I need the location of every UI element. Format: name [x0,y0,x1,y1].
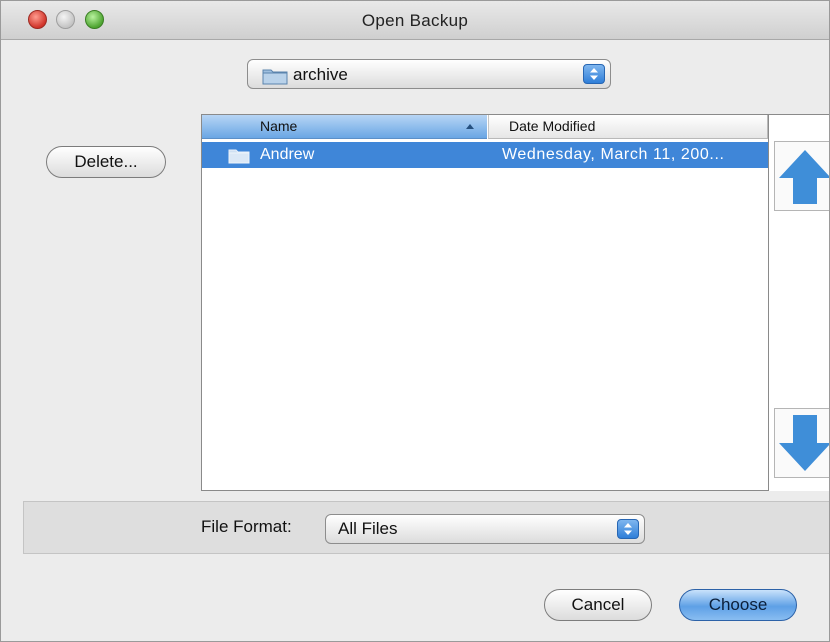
sort-ascending-icon [466,124,474,129]
column-header-date-modified[interactable]: Date Modified [488,115,768,139]
cancel-button[interactable]: Cancel [544,589,652,621]
choose-button[interactable]: Choose [679,589,797,621]
file-format-value: All Files [338,519,398,538]
popup-stepper-icon [617,519,639,539]
window-title: Open Backup [361,11,469,30]
arrow-up-icon [779,150,829,204]
file-format-label: File Format: [201,517,292,536]
delete-button[interactable]: Delete... [46,146,166,178]
column-header-name-label: Name [260,118,298,134]
title-bar: Open Backup [1,1,829,40]
arrow-down-icon [779,415,829,471]
file-browser: Name Date Modified Andrew Wednesday, Mar… [201,114,829,491]
location-value: archive [293,65,348,84]
file-name: Andrew [260,146,315,163]
column-header-name[interactable]: Name [202,115,487,139]
file-date-modified: Wednesday, March 11, 200... [502,146,725,163]
scroll-down-button[interactable] [774,408,829,478]
popup-stepper-icon [583,64,605,84]
open-backup-dialog: Open Backup archive Delete... Name Date … [0,0,830,642]
file-row[interactable]: Andrew Wednesday, March 11, 200... [202,142,768,168]
location-popup[interactable]: archive [247,59,611,89]
scroll-up-button[interactable] [774,141,829,211]
folder-icon [228,147,250,173]
file-format-bar: File Format: All Files [23,501,829,554]
scroll-panel [768,115,829,491]
file-format-popup[interactable]: All Files [325,514,645,544]
column-header-date-label: Date Modified [509,118,596,134]
folder-icon [262,67,288,90]
